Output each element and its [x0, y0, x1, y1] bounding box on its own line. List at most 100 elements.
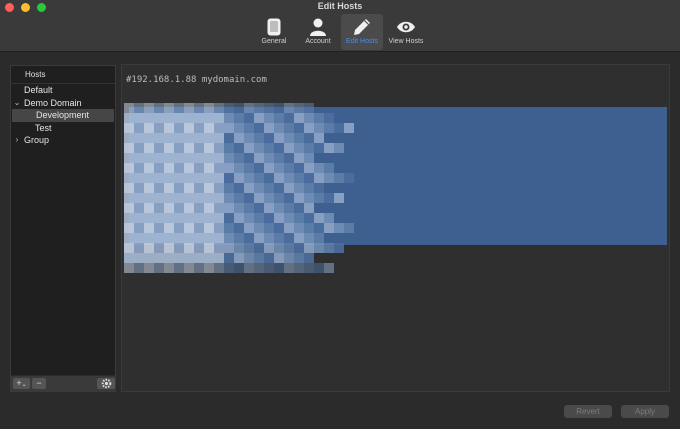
redaction-pixel: [134, 113, 144, 123]
apply-button[interactable]: Apply: [621, 405, 669, 418]
redaction-pixel: [224, 173, 234, 183]
chevron-down-icon[interactable]: ⌄: [13, 97, 21, 110]
redaction-pixel: [174, 103, 184, 113]
redaction-pixel: [204, 173, 214, 183]
redaction-pixel: [134, 143, 144, 153]
redaction-pixel: [174, 263, 184, 273]
redaction-pixel: [294, 243, 304, 253]
redaction-pixel: [184, 163, 194, 173]
redaction-pixel: [224, 223, 234, 233]
redaction-pixel: [244, 163, 254, 173]
redaction-pixel: [224, 103, 234, 113]
redaction-pixel: [164, 253, 174, 263]
sidebar-item-development[interactable]: Development: [12, 109, 114, 122]
redaction-pixel: [184, 263, 194, 273]
redaction-pixel: [254, 113, 264, 123]
redaction-pixel: [154, 133, 164, 143]
tab-edit-hosts-label: Edit Hosts: [346, 38, 378, 45]
redaction-pixel: [154, 163, 164, 173]
redaction-pixel: [224, 253, 234, 263]
redaction-pixel: [194, 213, 204, 223]
redaction-pixel: [314, 133, 324, 143]
redaction-pixel: [144, 163, 154, 173]
sidebar-item-label: Group: [24, 135, 50, 145]
redaction-pixel: [204, 253, 214, 263]
redaction-pixel: [274, 153, 284, 163]
sidebar-item-demo-domain[interactable]: ⌄ Demo Domain: [11, 97, 115, 110]
redaction-pixel: [314, 193, 324, 203]
redaction-pixel: [194, 203, 204, 213]
redaction-pixel: [164, 113, 174, 123]
redaction-pixel: [284, 263, 294, 273]
redaction-pixel: [194, 233, 204, 243]
redaction-pixel: [304, 193, 314, 203]
redaction-pixel: [194, 243, 204, 253]
redaction-pixel: [264, 133, 274, 143]
redaction-pixel: [304, 263, 314, 273]
redaction-pixel: [224, 233, 234, 243]
tab-general[interactable]: General: [253, 14, 295, 50]
redaction-pixel: [244, 133, 254, 143]
redaction-pixel: [204, 203, 214, 213]
redaction-pixel: [144, 253, 154, 263]
redaction-pixel: [184, 183, 194, 193]
redaction-pixel: [244, 153, 254, 163]
redaction-pixel: [184, 253, 194, 263]
tab-view-hosts[interactable]: View Hosts: [385, 14, 427, 50]
title-bar: Edit Hosts General Account Edit Hosts Vi…: [0, 0, 680, 52]
redaction-pixel: [134, 213, 144, 223]
redaction-pixel: [234, 203, 244, 213]
redaction-pixel: [304, 163, 314, 173]
redaction-pixel: [144, 183, 154, 193]
redaction-pixel: [134, 123, 144, 133]
editor-line[interactable]: #192.168.1.88 mydomain.com: [126, 75, 267, 85]
redaction-pixel: [244, 193, 254, 203]
redaction-pixel: [284, 243, 294, 253]
tab-edit-hosts[interactable]: Edit Hosts: [341, 14, 383, 50]
redaction-pixel: [254, 233, 264, 243]
redaction-pixel: [224, 203, 234, 213]
redaction-pixel: [234, 173, 244, 183]
redaction-pixel: [274, 193, 284, 203]
redaction-pixel: [164, 143, 174, 153]
redaction-pixel: [274, 233, 284, 243]
redaction-pixel: [164, 223, 174, 233]
redaction-pixel: [284, 113, 294, 123]
redaction-pixel: [124, 233, 134, 243]
settings-menu-button[interactable]: [97, 378, 115, 389]
redaction-pixel: [134, 203, 144, 213]
redaction-pixel: [284, 233, 294, 243]
sidebar-item-label: Development: [36, 110, 90, 120]
tab-account[interactable]: Account: [297, 14, 339, 50]
redaction-pixel: [214, 143, 224, 153]
sidebar-item-test[interactable]: Test: [11, 122, 115, 135]
redaction-pixel: [274, 213, 284, 223]
redaction-pixel: [154, 113, 164, 123]
redaction-pixel: [274, 263, 284, 273]
redaction-pixel: [134, 263, 144, 273]
redaction-pixel: [134, 173, 144, 183]
redaction-pixel: [304, 143, 314, 153]
redaction-pixel: [124, 203, 134, 213]
redaction-pixel: [294, 183, 304, 193]
remove-host-button[interactable]: −: [32, 378, 46, 389]
redaction-pixel: [234, 113, 244, 123]
redaction-pixel: [294, 163, 304, 173]
redaction-pixel: [214, 193, 224, 203]
redaction-pixel: [204, 213, 214, 223]
redaction-pixel: [264, 253, 274, 263]
redaction-pixel: [184, 233, 194, 243]
sidebar-item-default[interactable]: Default: [11, 84, 115, 97]
hosts-editor[interactable]: #192.168.1.88 mydomain.com: [121, 64, 670, 392]
chevron-right-icon[interactable]: ›: [13, 134, 21, 147]
sidebar-item-group[interactable]: › Group: [11, 134, 115, 147]
add-host-button[interactable]: +⌄: [13, 378, 30, 389]
redaction-pixel: [324, 263, 334, 273]
redaction-pixel: [284, 193, 294, 203]
hosts-sidebar: Hosts Default ⌄ Demo Domain Development …: [10, 65, 116, 392]
redaction-pixel: [204, 133, 214, 143]
redaction-pixel: [134, 153, 144, 163]
redaction-pixel: [154, 103, 164, 113]
revert-button[interactable]: Revert: [564, 405, 612, 418]
tab-account-label: Account: [305, 38, 331, 45]
